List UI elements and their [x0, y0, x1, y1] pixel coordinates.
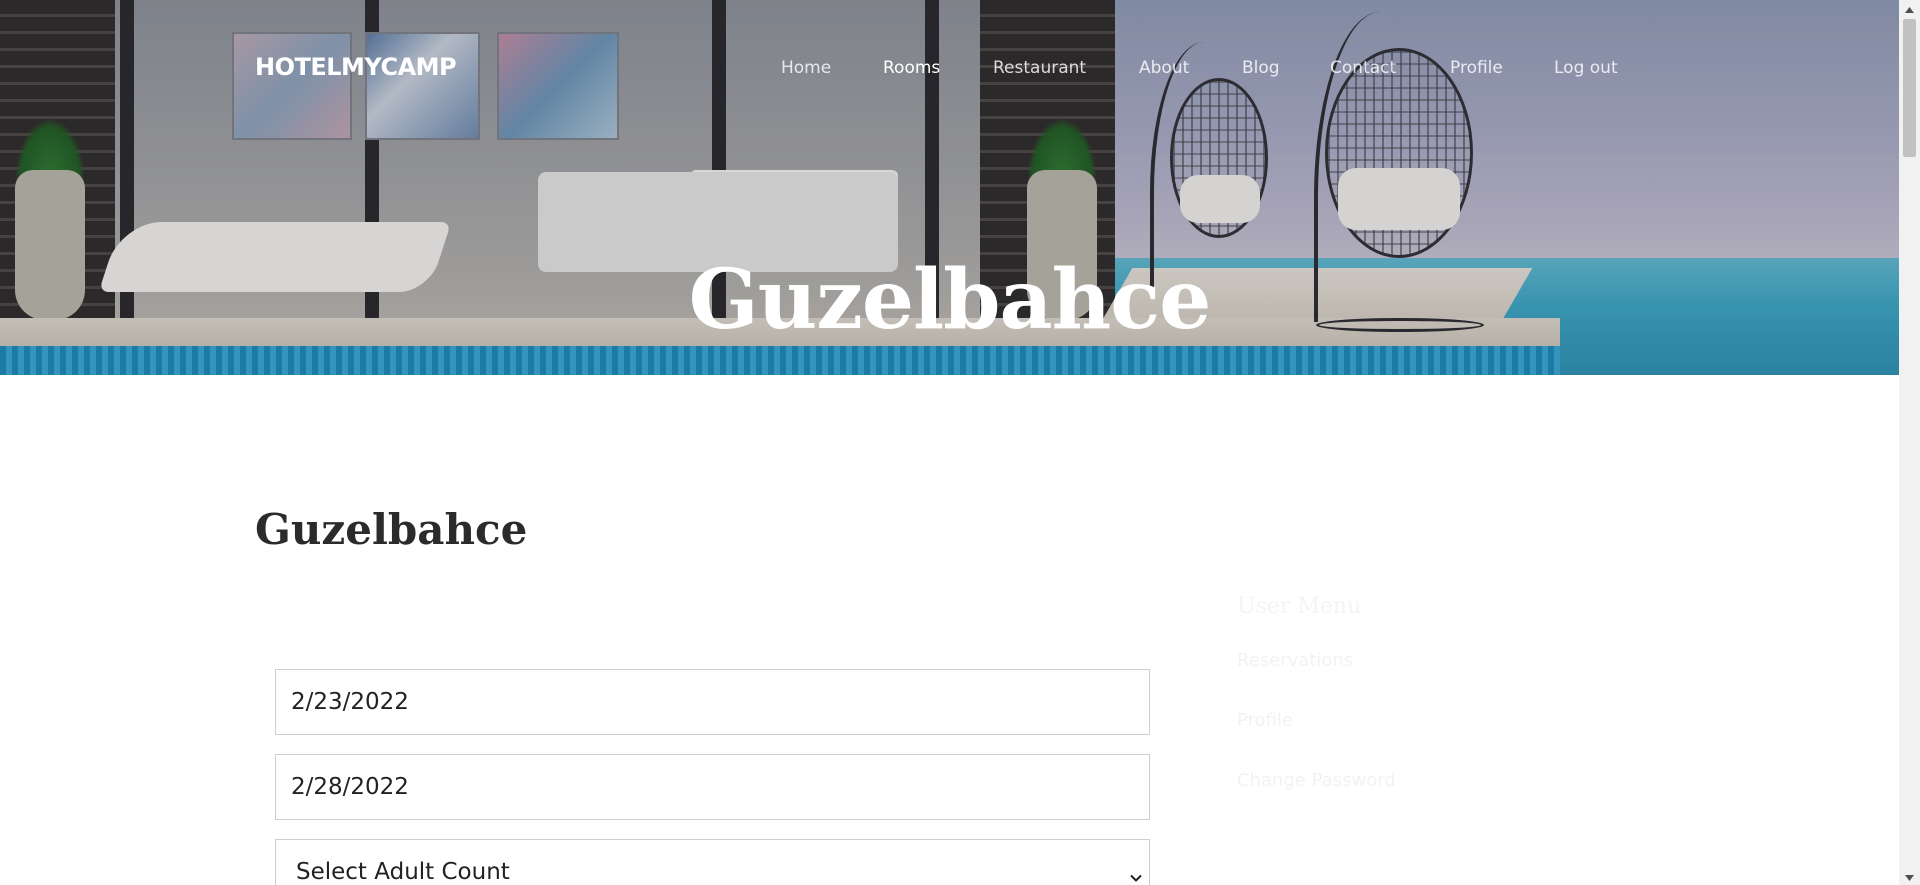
- user-menu-reservations[interactable]: Reservations: [1237, 650, 1353, 671]
- scroll-up-button[interactable]: [1899, 0, 1920, 17]
- checkout-date-field[interactable]: [275, 754, 1150, 820]
- checkin-date-field[interactable]: [275, 669, 1150, 735]
- adult-count-select[interactable]: Select Adult Count: [275, 839, 1150, 885]
- scroll-down-button[interactable]: [1899, 868, 1920, 885]
- page-scrollbar[interactable]: [1899, 0, 1920, 885]
- nav-about[interactable]: About: [1139, 58, 1189, 78]
- triangle-down-icon: [1905, 868, 1914, 885]
- nav-logout[interactable]: Log out: [1554, 58, 1618, 78]
- scroll-thumb[interactable]: [1903, 19, 1916, 157]
- chevron-down-icon: [1129, 865, 1143, 882]
- nav-blog[interactable]: Blog: [1242, 58, 1280, 78]
- triangle-up-icon: [1905, 0, 1914, 18]
- user-menu-change-password[interactable]: Change Password: [1237, 770, 1396, 791]
- nav-home[interactable]: Home: [781, 58, 831, 78]
- nav-restaurant[interactable]: Restaurant: [993, 58, 1086, 78]
- user-menu-profile[interactable]: Profile: [1237, 710, 1293, 731]
- hero-banner: HOTELMYCAMP Home Rooms Restaurant About …: [0, 0, 1899, 375]
- adult-count-select-value: Select Adult Count: [296, 859, 510, 885]
- nav-rooms[interactable]: Rooms: [883, 58, 940, 78]
- main-nav: Home Rooms Restaurant About Blog Contact…: [0, 58, 1899, 82]
- nav-profile[interactable]: Profile: [1450, 58, 1503, 78]
- user-menu-title: User Menu: [1237, 594, 1362, 619]
- hero-title: Guzelbahce: [688, 252, 1212, 348]
- nav-contact[interactable]: Contact: [1330, 58, 1396, 78]
- page-title: Guzelbahce: [255, 505, 528, 554]
